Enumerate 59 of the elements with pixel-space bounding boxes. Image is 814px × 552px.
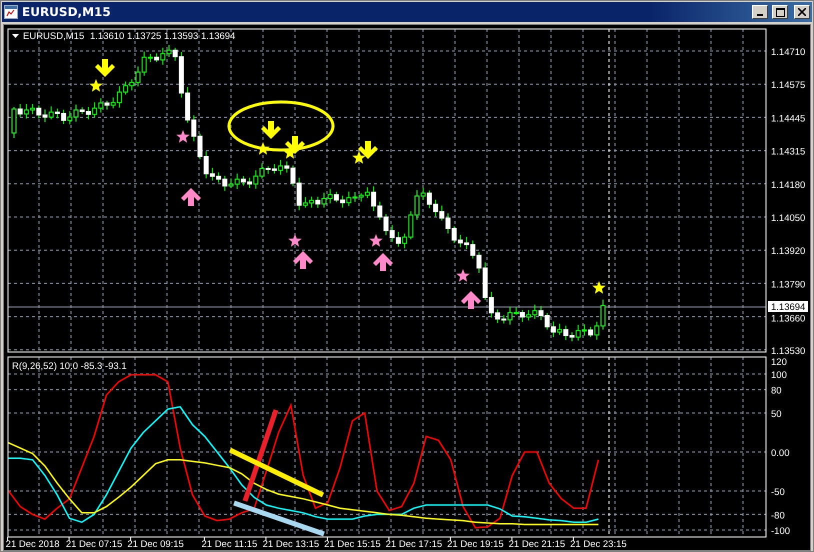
time-label: 21 Dec 23:15 — [570, 539, 627, 550]
price-label: 1.14445 — [771, 113, 806, 124]
time-label: 21 Dec 2018 — [6, 539, 60, 550]
close-button[interactable] — [794, 5, 810, 19]
maximize-icon — [776, 8, 784, 16]
star-icon — [176, 130, 190, 143]
time-label: 21 Dec 13:15 — [262, 539, 320, 550]
price-label: 1.13790 — [771, 279, 806, 290]
price-label: 1.13920 — [771, 246, 806, 258]
star-icon — [256, 142, 270, 155]
price-label: 1.13530 — [771, 346, 806, 355]
axis-label: -50 — [771, 487, 785, 498]
down-arrow-icon — [285, 136, 305, 154]
axis-label: 100 — [771, 370, 787, 381]
down-arrow-icon — [95, 59, 115, 77]
time-label: 21 Dec 09:15 — [127, 539, 184, 550]
star-icon — [288, 234, 302, 247]
maximize-button[interactable] — [772, 5, 788, 19]
up-arrow-icon — [373, 253, 393, 271]
axis-label: 50 — [771, 409, 782, 420]
star-icon — [89, 79, 103, 92]
ohlc-value: 1.13610 — [90, 31, 124, 42]
price-label: 1.14180 — [771, 180, 806, 191]
axis-label: 0.00 — [771, 448, 790, 459]
up-arrow-icon — [461, 291, 481, 309]
chart-window-icon — [4, 5, 18, 19]
price-label: 1.13660 — [771, 314, 806, 325]
time-label: 21 Dec 11:15 — [202, 539, 258, 550]
price-label: 1.14575 — [771, 80, 806, 92]
up-arrow-icon — [181, 188, 201, 206]
time-label: 21 Dec 07:15 — [66, 539, 122, 550]
ohlc-value: 1.13694 — [201, 31, 236, 42]
star-icon — [456, 269, 470, 282]
star-icon — [352, 151, 366, 164]
ohlc-value: 1.13593 — [164, 31, 198, 42]
star-icon — [592, 281, 606, 294]
current-price-tag: 1.13694 — [768, 301, 808, 313]
axis-label: -100 — [771, 526, 790, 537]
chart-symbol: EURUSD,M15 — [23, 31, 84, 42]
time-label: 21 Dec 17:15 — [386, 539, 442, 550]
axis-label: 120 — [771, 357, 787, 368]
star-icon — [369, 234, 383, 247]
down-arrow-icon — [261, 121, 281, 139]
ohlc-value: 1.13725 — [127, 31, 162, 42]
time-label: 21 Dec 15:15 — [324, 539, 381, 550]
price-label: 1.14050 — [771, 213, 806, 224]
axis-label: -80 — [771, 510, 785, 522]
indicator-label: R(9,26,52) 10.0 -85.3 -93.1 — [12, 361, 127, 372]
price-label: 1.14710 — [771, 47, 806, 58]
time-label: 21 Dec 19:15 — [447, 539, 504, 550]
close-icon — [798, 8, 806, 16]
minimize-button[interactable] — [752, 5, 768, 19]
up-arrow-icon — [293, 251, 313, 269]
price-label: 1.14315 — [771, 146, 806, 158]
axis-label: 80 — [771, 386, 782, 397]
time-label: 21 Dec 21:15 — [508, 539, 566, 550]
dropdown-icon[interactable] — [12, 34, 19, 38]
down-arrow-icon — [358, 141, 378, 159]
window-title: EURUSD,M15 — [22, 5, 112, 19]
